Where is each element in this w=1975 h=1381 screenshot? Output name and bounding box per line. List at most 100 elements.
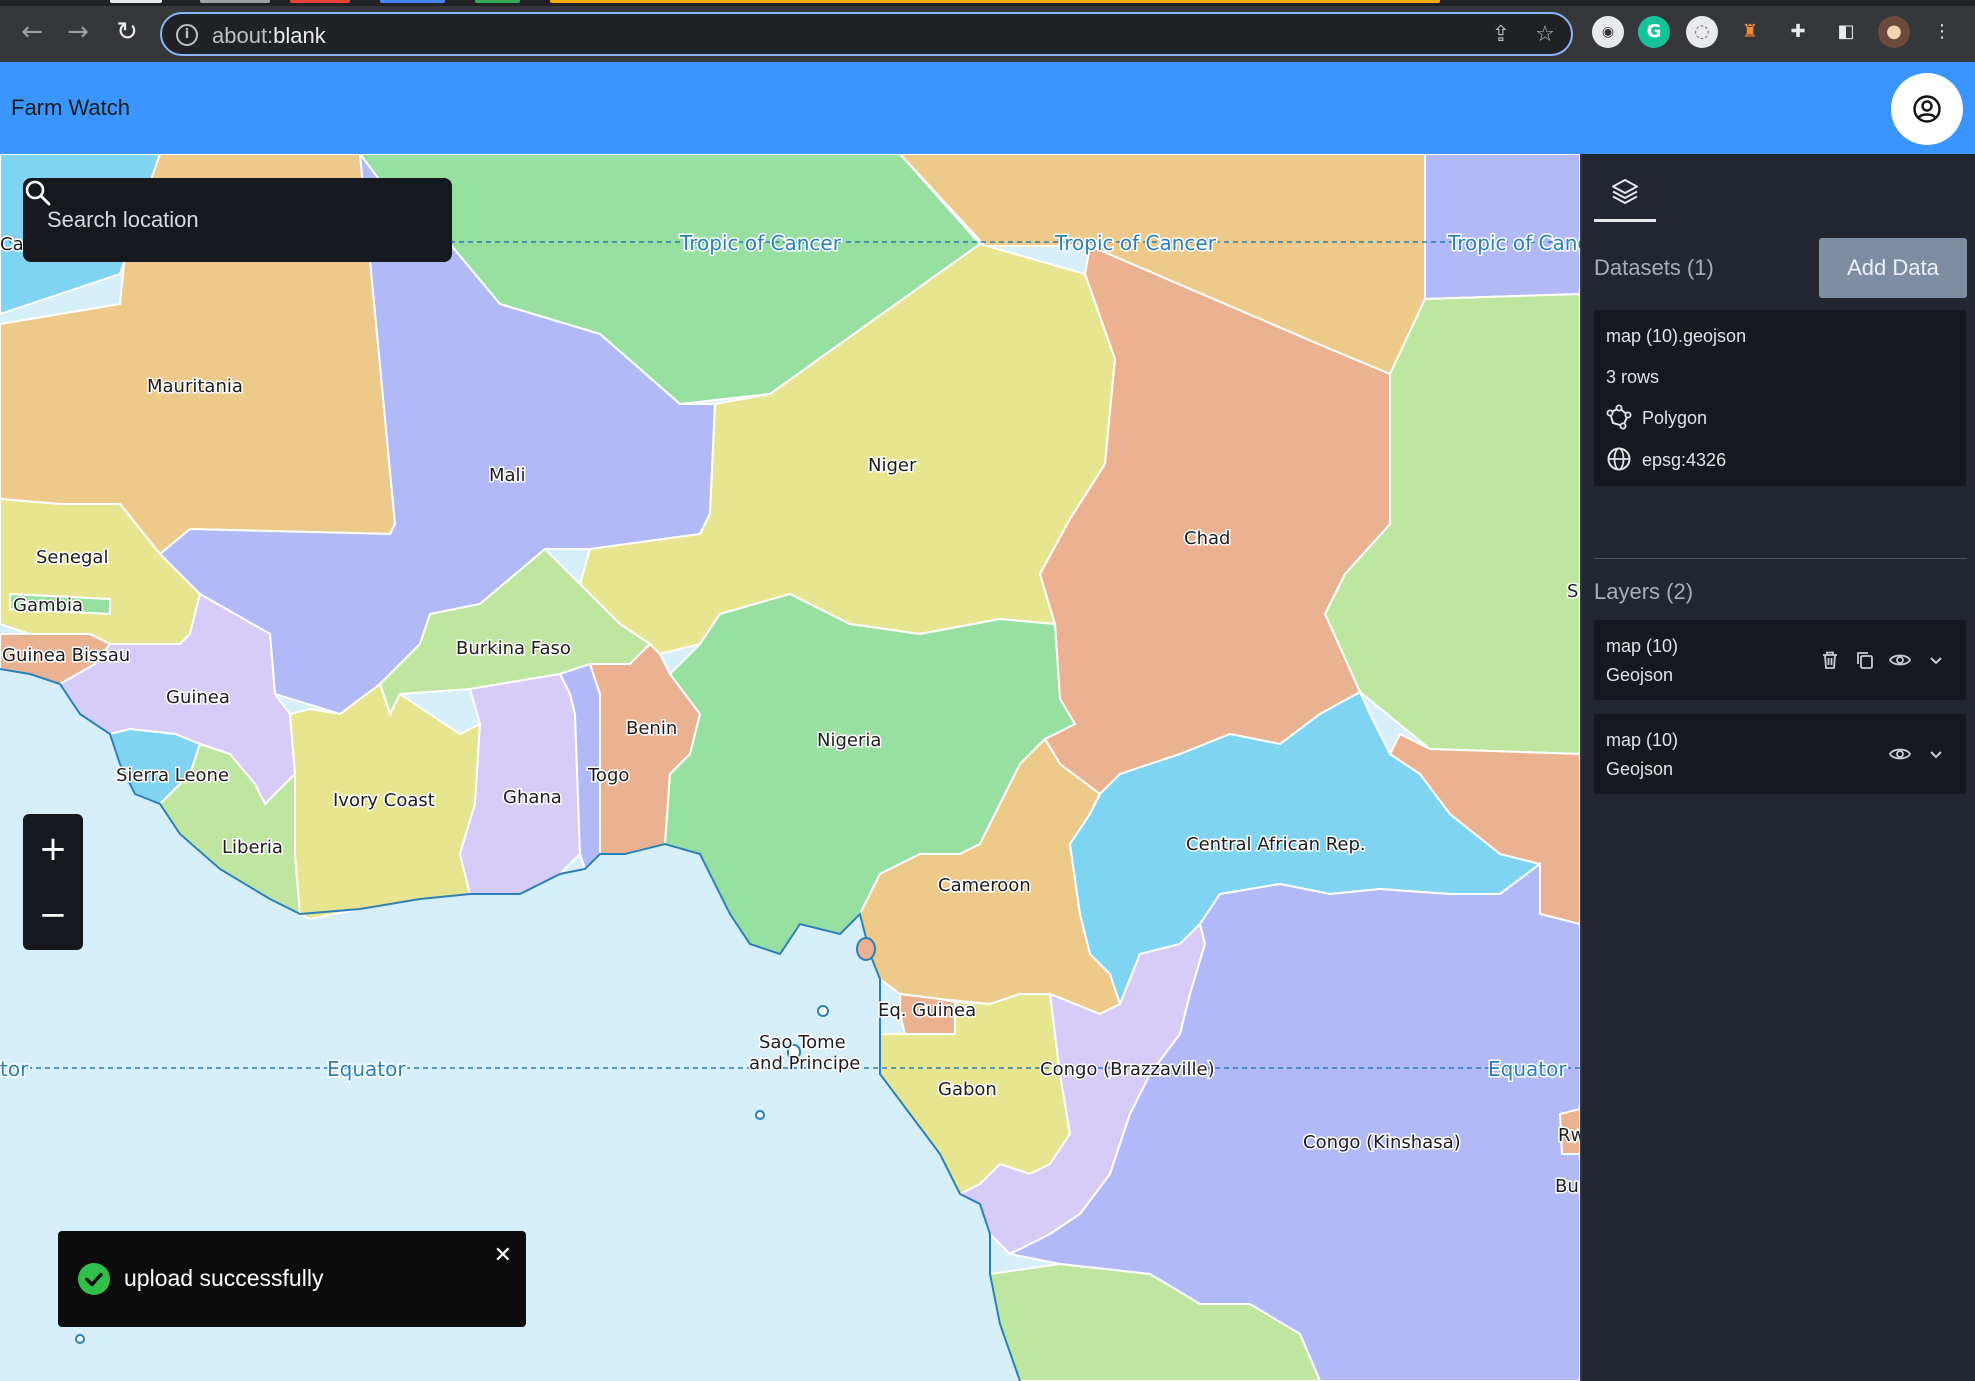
app-title: Farm Watch <box>11 95 130 120</box>
polygon-icon <box>1606 404 1632 430</box>
layer-name: map (10) <box>1606 636 1679 656</box>
country-ghana <box>458 672 582 895</box>
layer-type: Geojson <box>1606 759 1674 779</box>
island-annobon <box>755 1110 765 1120</box>
country-label: Central African Rep. <box>1186 834 1366 855</box>
country-label: Mauritania <box>147 376 243 397</box>
dataset-geometry: Polygon <box>1642 408 1708 428</box>
tab-indicator <box>110 0 162 3</box>
layer-item[interactable]: map (10) Geojson <box>1594 620 1966 700</box>
avatar[interactable]: ● <box>1878 16 1910 48</box>
divider <box>1594 558 1967 559</box>
map-canvas[interactable]: Tropic of Cancer Tropic of Cancer Tropic… <box>0 154 1580 1381</box>
country-label: Guinea <box>166 687 230 708</box>
profile-button[interactable] <box>1891 73 1963 145</box>
trash-icon[interactable] <box>1818 648 1842 672</box>
island-principe <box>817 1005 829 1017</box>
search-input[interactable] <box>47 202 387 238</box>
menu-dots-icon[interactable]: ⋮ <box>1926 16 1958 48</box>
tab-indicator <box>475 0 520 3</box>
tropic-label: Tropic of Cancer <box>1054 231 1217 255</box>
layers-icon <box>1612 179 1638 204</box>
zoom-out-button[interactable]: − <box>23 882 83 948</box>
country-label: S <box>1567 581 1578 602</box>
country-label: Eq. Guinea <box>878 1000 976 1021</box>
tab-layers[interactable] <box>1594 168 1656 222</box>
url-scheme: about: <box>212 23 274 48</box>
zoom-controls: + − <box>23 814 83 950</box>
country-label: Cameroon <box>938 875 1031 896</box>
country-label: Senegal <box>36 547 108 568</box>
browser-toolbar: ← → ↻ i about:blank ⇪ ☆ ◉ G ◌ ♜ ✚ ◧ ● ⋮ <box>0 0 1975 62</box>
tropic-label: Tropic of Cancer <box>679 231 842 255</box>
toast-message: upload successfully <box>124 1265 324 1291</box>
lighthouse-icon[interactable]: ♜ <box>1734 16 1766 48</box>
star-icon[interactable]: ☆ <box>1532 22 1558 48</box>
country-label: Sao Tome <box>759 1032 846 1053</box>
close-icon[interactable]: ✕ <box>494 1243 512 1268</box>
country-label: Guinea Bissau <box>2 645 130 666</box>
layer-type: Geojson <box>1606 665 1674 685</box>
country-label: Rw <box>1558 1125 1580 1146</box>
tab-indicator <box>290 0 350 3</box>
chevron-down-icon[interactable] <box>1924 742 1948 766</box>
zoom-in-button[interactable]: + <box>23 816 83 882</box>
copy-icon[interactable] <box>1853 648 1877 672</box>
globe-icon <box>1607 447 1631 471</box>
extension-icon[interactable]: ◉ <box>1592 16 1624 48</box>
map-svg[interactable]: Tropic of Cancer Tropic of Cancer Tropic… <box>0 154 1580 1381</box>
country-label: Congo (Brazzaville) <box>1040 1059 1215 1080</box>
layer-item[interactable]: map (10) Geojson <box>1594 714 1966 794</box>
tab-strip <box>0 0 1975 6</box>
country-label: Congo (Kinshasa) <box>1303 1132 1461 1153</box>
equator-label: Equator <box>1488 1057 1567 1081</box>
country-label: Gabon <box>938 1079 997 1100</box>
country-label: Benin <box>626 718 677 739</box>
side-panel-icon[interactable]: ◧ <box>1830 16 1862 48</box>
equator-label: tor <box>0 1057 29 1081</box>
app-header: Farm Watch <box>0 62 1975 154</box>
info-icon[interactable]: i <box>176 24 198 46</box>
country-label: Ivory Coast <box>333 790 435 811</box>
country-label: and Principe <box>749 1053 860 1074</box>
eye-icon[interactable] <box>1888 648 1912 672</box>
country-label: Mali <box>489 465 526 486</box>
search-box <box>23 178 452 262</box>
search-icon[interactable] <box>23 178 53 208</box>
extension-icon[interactable]: ◌ <box>1686 16 1718 48</box>
dataset-card[interactable]: map (10).geojson 3 rows Polygon epsg:432… <box>1594 310 1966 486</box>
eye-icon[interactable] <box>1888 742 1912 766</box>
grammarly-icon[interactable]: G <box>1638 16 1670 48</box>
country-label: Chad <box>1184 528 1230 549</box>
puzzle-icon[interactable]: ✚ <box>1782 16 1814 48</box>
tab-indicator <box>380 0 445 3</box>
account-circle-icon <box>1913 95 1941 123</box>
country-label: Togo <box>587 765 629 786</box>
tab-indicator <box>200 0 270 3</box>
back-arrow-icon[interactable]: ← <box>17 17 47 47</box>
country-label: Ca <box>0 234 24 255</box>
reload-icon[interactable]: ↻ <box>112 17 142 47</box>
add-data-button[interactable]: Add Data <box>1819 238 1967 298</box>
share-icon[interactable]: ⇪ <box>1488 22 1514 48</box>
dataset-crs: epsg:4326 <box>1642 450 1727 470</box>
layer-name: map (10) <box>1606 730 1679 750</box>
side-panel: Datasets (1) Add Data map (10).geojson 3… <box>1580 154 1975 1381</box>
datasets-heading: Datasets (1) <box>1594 255 1714 280</box>
country-label: Ghana <box>503 787 562 808</box>
country-label: Burkina Faso <box>456 638 571 659</box>
url-text[interactable]: about:blank <box>212 23 326 49</box>
url-path: blank <box>273 23 326 48</box>
country-label: Liberia <box>222 837 283 858</box>
country-label: Bu <box>1555 1176 1579 1197</box>
dataset-filename: map (10).geojson <box>1606 326 1747 346</box>
address-bar[interactable]: i about:blank ⇪ ☆ <box>160 12 1573 56</box>
country-label: Gambia <box>13 595 83 616</box>
island-bioko <box>856 937 876 961</box>
chevron-down-icon[interactable] <box>1924 648 1948 672</box>
tab-indicator <box>550 0 1440 3</box>
forward-arrow-icon[interactable]: → <box>63 17 93 47</box>
country-label: Sierra Leone <box>116 765 229 786</box>
country-egypt <box>1424 154 1580 301</box>
equator-label: Equator <box>327 1057 406 1081</box>
